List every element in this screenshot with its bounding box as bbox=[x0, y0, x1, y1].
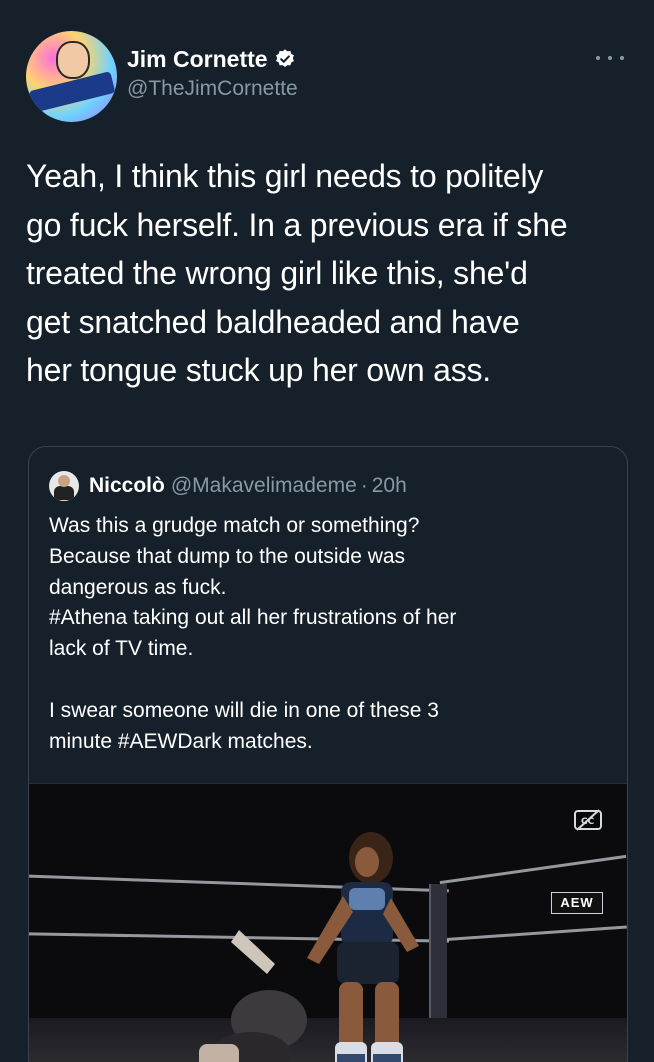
fallen-wrestler-figure bbox=[199, 930, 307, 1062]
closed-captions-off-icon[interactable]: CC bbox=[573, 808, 603, 832]
quoted-tweet-text: Was this a grudge match or something? Be… bbox=[49, 514, 457, 753]
display-name[interactable]: Jim Cornette bbox=[127, 44, 268, 74]
ring-rope bbox=[439, 925, 627, 942]
more-dot bbox=[596, 56, 600, 60]
author-avatar[interactable] bbox=[26, 31, 117, 122]
tweet: Jim Cornette @TheJimCornette Yeah, I thi… bbox=[0, 0, 654, 1062]
separator-dot: · bbox=[360, 474, 368, 497]
quoted-avatar-body bbox=[54, 486, 74, 500]
quoted-tweet-header: Niccolò @Makavelimademe · 20h bbox=[49, 471, 407, 501]
ring-rope bbox=[439, 854, 627, 885]
more-options-icon[interactable] bbox=[596, 48, 624, 68]
quoted-handle[interactable]: @Makavelimademe bbox=[171, 474, 357, 498]
verified-badge-icon bbox=[275, 49, 294, 67]
avatar-face bbox=[56, 41, 90, 79]
quoted-timestamp[interactable]: 20h bbox=[372, 474, 407, 498]
quoted-video[interactable]: AEW CC bbox=[29, 783, 627, 1062]
quoted-author-avatar[interactable] bbox=[49, 471, 79, 501]
aew-watermark: AEW bbox=[551, 892, 603, 914]
tweet-text: Yeah, I think this girl needs to politel… bbox=[26, 158, 568, 388]
display-name-row: Jim Cornette bbox=[127, 44, 298, 74]
author-handle[interactable]: @TheJimCornette bbox=[127, 74, 298, 104]
more-dot bbox=[608, 56, 612, 60]
quoted-display-name[interactable]: Niccolò bbox=[89, 474, 165, 498]
author-info: Jim Cornette @TheJimCornette bbox=[127, 44, 298, 104]
quoted-avatar-head bbox=[58, 475, 70, 487]
more-dot bbox=[620, 56, 624, 60]
quoted-tweet[interactable]: Niccolò @Makavelimademe · 20h Was this a… bbox=[28, 446, 628, 1062]
